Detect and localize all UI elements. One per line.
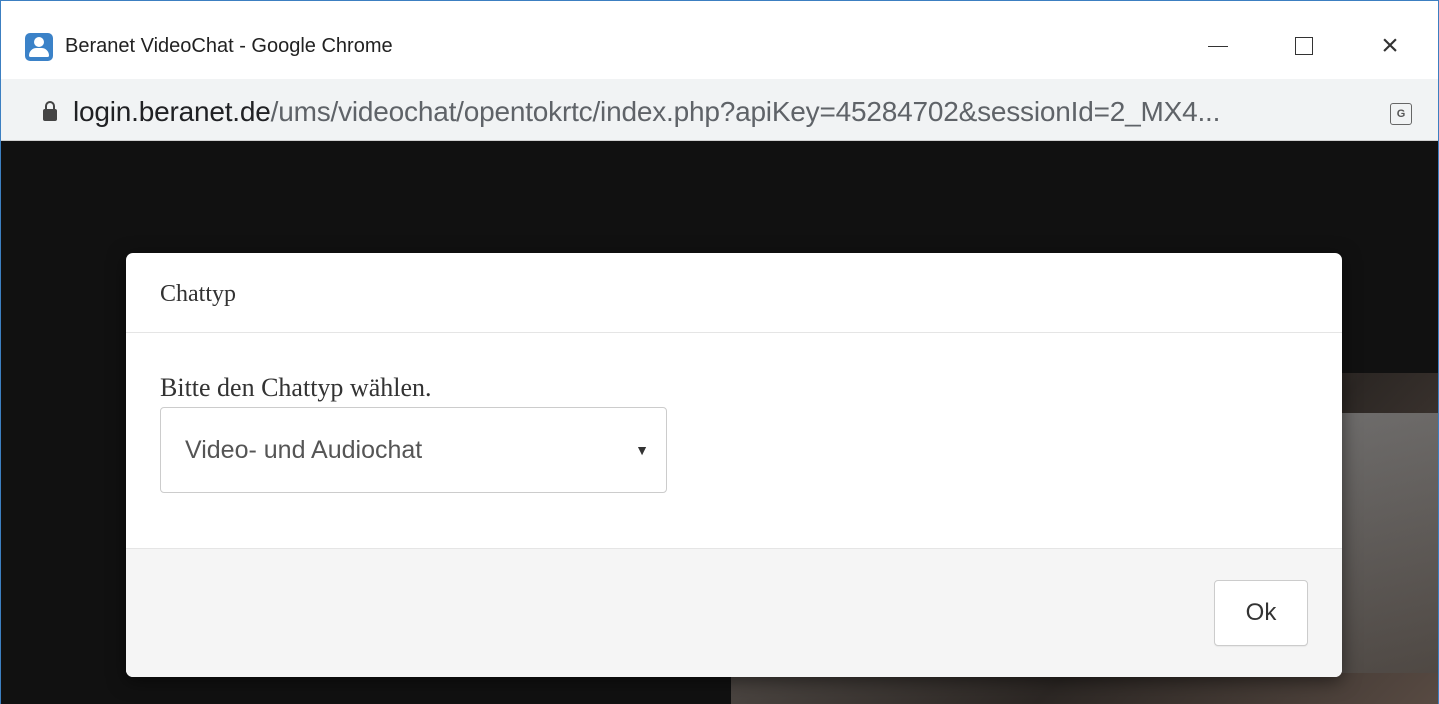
url-host: login.beranet.de bbox=[73, 96, 271, 127]
maximize-icon bbox=[1295, 37, 1313, 55]
google-translate-icon[interactable]: G bbox=[1390, 103, 1412, 125]
caret-down-icon: ▼ bbox=[635, 442, 649, 458]
dialog-footer: Ok bbox=[126, 548, 1342, 677]
chattype-select[interactable]: Video- und Audiochat ▼ bbox=[160, 407, 667, 493]
address-bar[interactable]: login.beranet.de/ums/videochat/opentokrt… bbox=[1, 79, 1438, 141]
close-button[interactable]: × bbox=[1367, 21, 1413, 71]
title-bar: Beranet VideoChat - Google Chrome × bbox=[1, 1, 1438, 79]
dialog-prompt: Bitte den Chattyp wählen. bbox=[160, 373, 432, 402]
minimize-icon bbox=[1208, 45, 1228, 47]
ok-button[interactable]: Ok bbox=[1214, 580, 1308, 646]
dialog-header: Chattyp bbox=[126, 253, 1342, 333]
maximize-button[interactable] bbox=[1281, 21, 1327, 71]
url-path: /ums/videochat/opentokrtc/index.php?apiK… bbox=[270, 96, 1221, 127]
beranet-person-icon bbox=[25, 33, 53, 61]
close-icon: × bbox=[1381, 29, 1399, 62]
url-text[interactable]: login.beranet.de/ums/videochat/opentokrt… bbox=[73, 96, 1220, 128]
chattype-selected-value: Video- und Audiochat bbox=[185, 436, 423, 464]
page-content: Chattyp Bitte den Chattyp wählen. Video-… bbox=[1, 141, 1438, 704]
chattype-dialog: Chattyp Bitte den Chattyp wählen. Video-… bbox=[126, 253, 1342, 677]
browser-window: Beranet VideoChat - Google Chrome × logi… bbox=[0, 0, 1439, 704]
window-title: Beranet VideoChat - Google Chrome bbox=[65, 35, 393, 57]
dialog-title: Chattyp bbox=[160, 281, 236, 307]
translate-glyph: G bbox=[1396, 108, 1406, 120]
dialog-body: Bitte den Chattyp wählen. Video- und Aud… bbox=[126, 333, 1342, 548]
lock-icon[interactable] bbox=[43, 101, 57, 121]
minimize-button[interactable] bbox=[1195, 21, 1241, 71]
